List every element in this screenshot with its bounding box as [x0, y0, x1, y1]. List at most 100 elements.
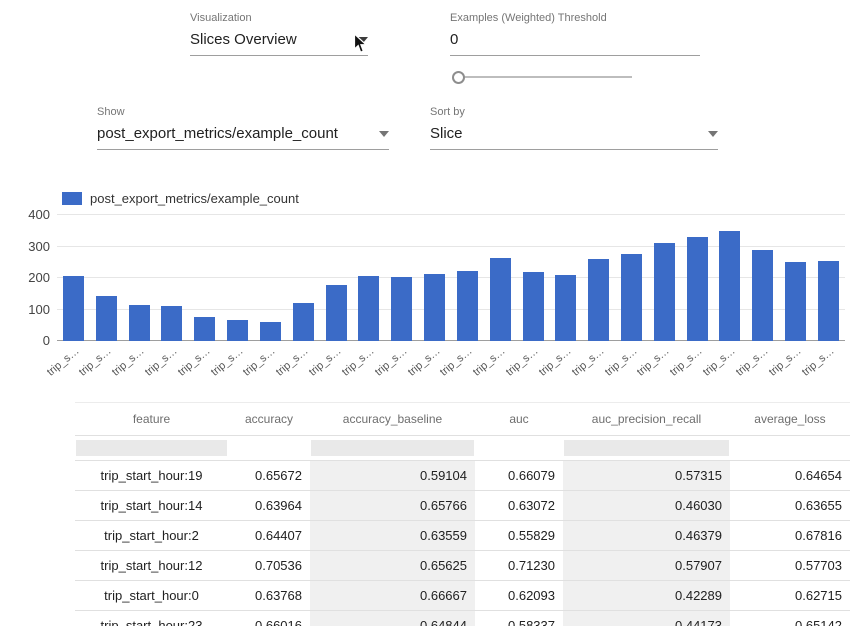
table-row[interactable]: trip_start_hour:120.705360.656250.712300…	[75, 551, 850, 581]
bar-slot	[90, 215, 123, 341]
metrics-table: featureaccuracyaccuracy_baselineaucauc_p…	[75, 402, 850, 626]
column-header[interactable]: auc	[475, 403, 563, 436]
bar[interactable]	[424, 274, 445, 341]
metric-cell: 0.55829	[475, 521, 563, 551]
column-header[interactable]: accuracy	[228, 403, 310, 436]
filter-cell	[475, 436, 563, 461]
bar[interactable]	[752, 250, 773, 341]
visualization-select[interactable]: Slices Overview	[190, 31, 368, 56]
bar[interactable]	[161, 306, 182, 341]
table-row[interactable]: trip_start_hour:20.644070.635590.558290.…	[75, 521, 850, 551]
filter-cell	[75, 436, 228, 461]
bar[interactable]	[719, 231, 740, 341]
bar[interactable]	[194, 317, 215, 341]
bar-slot	[549, 215, 582, 341]
sort-by-value: Slice	[430, 125, 463, 142]
filter-box[interactable]	[311, 440, 474, 456]
bar[interactable]	[785, 262, 806, 341]
metric-cell: 0.70536	[228, 551, 310, 581]
bar-slot	[484, 215, 517, 341]
metric-cell: 0.57703	[730, 551, 850, 581]
bar-slot	[352, 215, 385, 341]
metric-cell: 0.57907	[563, 551, 730, 581]
bar-slot	[648, 215, 681, 341]
metric-cell: 0.62093	[475, 581, 563, 611]
column-header[interactable]: feature	[75, 403, 228, 436]
bar-slot	[385, 215, 418, 341]
metric-cell: 0.65672	[228, 461, 310, 491]
bar[interactable]	[555, 275, 576, 341]
metric-cell: 0.67816	[730, 521, 850, 551]
table-row[interactable]: trip_start_hour:00.637680.666670.620930.…	[75, 581, 850, 611]
metric-cell: 0.63768	[228, 581, 310, 611]
table-row[interactable]: trip_start_hour:230.660160.648440.583370…	[75, 611, 850, 626]
threshold-slider[interactable]	[452, 70, 632, 83]
y-axis-labels: 0100200300400	[8, 215, 50, 341]
bar-slot	[779, 215, 812, 341]
filter-box[interactable]	[76, 440, 227, 456]
metric-cell: 0.57315	[563, 461, 730, 491]
threshold-label: Examples (Weighted) Threshold	[450, 12, 700, 24]
metric-cell: 0.62715	[730, 581, 850, 611]
table-row[interactable]: trip_start_hour:140.639640.657660.630720…	[75, 491, 850, 521]
bar-slot	[287, 215, 320, 341]
bar-chart	[57, 215, 845, 341]
bar[interactable]	[227, 320, 248, 341]
metric-cell: 0.66016	[228, 611, 310, 626]
bar[interactable]	[63, 276, 84, 341]
metric-cell: 0.63559	[310, 521, 475, 551]
bar-slot	[254, 215, 287, 341]
bar[interactable]	[490, 258, 511, 341]
metric-cell: 0.59104	[310, 461, 475, 491]
bar[interactable]	[293, 303, 314, 341]
x-label-slot: trip_s…	[812, 344, 845, 388]
bar[interactable]	[129, 305, 150, 341]
metrics-table-wrap: featureaccuracyaccuracy_baselineaucauc_p…	[75, 402, 850, 626]
sort-by-control: Sort by Slice	[430, 106, 718, 150]
feature-cell: trip_start_hour:19	[75, 461, 228, 491]
table-row[interactable]: trip_start_hour:190.656720.591040.660790…	[75, 461, 850, 491]
bar[interactable]	[457, 271, 478, 341]
threshold-input[interactable]: 0	[450, 31, 700, 56]
metric-cell: 0.66079	[475, 461, 563, 491]
bar[interactable]	[687, 237, 708, 341]
bar[interactable]	[326, 285, 347, 341]
bar-slot	[221, 215, 254, 341]
bar-slot	[155, 215, 188, 341]
slider-knob[interactable]	[452, 71, 465, 84]
bar[interactable]	[96, 296, 117, 341]
show-select[interactable]: post_export_metrics/example_count	[97, 125, 389, 150]
feature-cell: trip_start_hour:2	[75, 521, 228, 551]
metric-cell: 0.65625	[310, 551, 475, 581]
bar[interactable]	[818, 261, 839, 341]
column-header[interactable]: auc_precision_recall	[563, 403, 730, 436]
bar-slot	[123, 215, 156, 341]
y-tick-label: 100	[8, 302, 50, 318]
show-control: Show post_export_metrics/example_count	[97, 106, 389, 150]
bar[interactable]	[358, 276, 379, 341]
column-header[interactable]: average_loss	[730, 403, 850, 436]
bar-slot	[57, 215, 90, 341]
filter-box[interactable]	[564, 440, 729, 456]
bar[interactable]	[654, 243, 675, 341]
bar[interactable]	[621, 254, 642, 341]
feature-cell: trip_start_hour:23	[75, 611, 228, 626]
sort-by-select[interactable]: Slice	[430, 125, 718, 150]
bar[interactable]	[391, 277, 412, 341]
legend-swatch	[62, 192, 82, 205]
chevron-down-icon	[379, 131, 389, 137]
threshold-value: 0	[450, 31, 458, 48]
filter-cell	[563, 436, 730, 461]
bar-slot	[746, 215, 779, 341]
slices-overview-app: Visualization Slices Overview Examples (…	[0, 0, 863, 626]
visualization-control: Visualization Slices Overview	[190, 12, 368, 56]
column-header[interactable]: accuracy_baseline	[310, 403, 475, 436]
visualization-label: Visualization	[190, 12, 368, 24]
filter-cell	[310, 436, 475, 461]
bar[interactable]	[588, 259, 609, 341]
metric-cell: 0.71230	[475, 551, 563, 581]
bar[interactable]	[260, 322, 281, 341]
bar-slot	[582, 215, 615, 341]
table-header-row: featureaccuracyaccuracy_baselineaucauc_p…	[75, 403, 850, 436]
bar[interactable]	[523, 272, 544, 341]
